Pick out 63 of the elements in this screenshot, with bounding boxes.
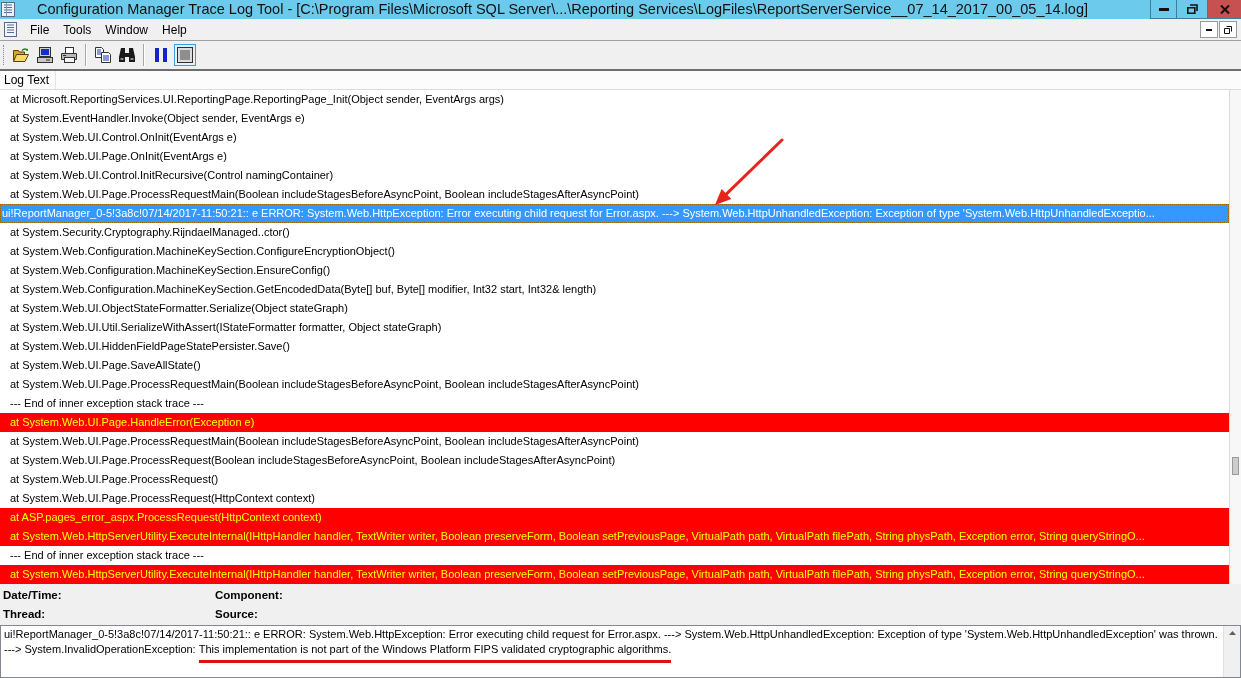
binoculars-icon [119,47,135,63]
log-row[interactable]: --- End of inner exception stack trace --- [0,546,1229,565]
print-button[interactable] [58,44,80,66]
computer-button[interactable] [34,44,56,66]
annotation-arrow [714,138,784,206]
log-row[interactable]: at System.Web.Configuration.MachineKeySection.ConfigureEncryptionObject() [0,242,1229,261]
minimize-icon [1158,7,1169,11]
list-view-icon [177,47,193,63]
field-label: Date/Time: [2,588,62,601]
close-button[interactable] [1207,0,1241,19]
menu-item[interactable]: Help [155,20,194,39]
computer-icon [37,47,53,63]
minimize-button[interactable] [1150,0,1176,19]
log-row[interactable]: --- End of inner exception stack trace --- [0,394,1229,413]
window-title: Configuration Manager Trace Log Tool - [C:\Program Files\Microsoft SQL Server\...\Reporting Services\LogFiles\ReportServerService__07_14_2017_00_05_14.log] [37,0,1088,19]
message-text: ui!ReportManager_0-5!3a8c!07/14/2017-11:50:21:: e ERROR: System.Web.HttpException: Error executing child request for Error.aspx. ---> System.Web.HttpUnhandledException: Exception of type 'System.Web.HttpUnhandledException' was thrown. ---> System.InvalidOperationException: This implementation is not part of the Windows Platform FIPS validated cryptographic algorithms. [1,626,1223,664]
view-button[interactable] [174,44,196,66]
column-header[interactable]: Log Text [0,71,57,89]
copy-button[interactable] [92,44,114,66]
log-row[interactable]: at Microsoft.ReportingServices.UI.ReportingPage.ReportingPage_Init(Object sender, EventArgs args) [0,90,1229,109]
field-label: Source: [214,607,258,620]
log-row[interactable]: at System.Web.UI.Page.ProcessRequest(HttpContext context) [0,489,1229,508]
log-row[interactable]: at System.Web.UI.Page.SaveAllState() [0,356,1229,375]
field-label: Thread: [2,607,46,620]
up-arrow-icon[interactable] [1228,631,1236,635]
restore-icon [1224,25,1232,34]
minimize-button[interactable] [1200,21,1218,38]
app-icon [1,2,15,17]
log-row[interactable]: at ASP.pages_error_aspx.ProcessRequest(HttpContext context) [0,508,1229,527]
copy-icon [95,47,111,63]
log-row[interactable]: at System.Web.UI.HiddenFieldPageStatePersister.Save() [0,337,1229,356]
log-row[interactable]: at System.Web.UI.Page.ProcessRequestMain(Boolean includeStagesBeforeAsyncPoint, Boolean includeStagesAfterAsyncPoint) [0,432,1229,451]
log-row[interactable]: at System.Security.Cryptography.RijndaelManaged..ctor() [0,223,1229,242]
scrollbar-thumb[interactable] [1232,457,1239,475]
log-row[interactable]: at System.Web.HttpServerUtility.ExecuteInternal(IHttpHandler handler, TextWriter writer, Boolean preserveForm, Boolean setPreviousPage, VirtualPath path, VirtualPath filePath, String physPath, Exception error, String queryStringO... [0,565,1229,584]
field-label: Component: [214,588,283,601]
restore-button[interactable] [1176,0,1207,19]
minimize-icon [1206,28,1212,31]
document-icon [4,22,17,37]
log-row[interactable]: at System.Web.Configuration.MachineKeySection.EnsureConfig() [0,261,1229,280]
restore-icon [1186,4,1198,14]
printer-icon [61,47,77,63]
menu-item[interactable]: File [23,20,57,39]
log-row[interactable]: at System.EventHandler.Invoke(Object sender, EventArgs e) [0,109,1229,128]
log-row[interactable]: at System.Web.UI.Control.InitRecursive(Control namingContainer) [0,166,1229,185]
pause-icon [155,48,167,62]
log-row[interactable]: at System.Web.UI.Page.ProcessRequest(Boolean includeStagesBeforeAsyncPoint, Boolean includeStagesAfterAsyncPoint) [0,451,1229,470]
log-row[interactable]: at System.Web.UI.Page.OnInit(EventArgs e) [0,147,1229,166]
log-row[interactable]: at System.Web.UI.Page.ProcessRequestMain(Boolean includeStagesBeforeAsyncPoint, Boolean includeStagesAfterAsyncPoint) [0,375,1229,394]
log-row[interactable]: at System.Web.UI.ObjectStateFormatter.Serialize(Object stateGraph) [0,299,1229,318]
folder-icon [13,47,29,63]
menu-item[interactable]: Tools [56,20,99,39]
log-row[interactable]: at System.Web.UI.Page.ProcessRequest() [0,470,1229,489]
log-row[interactable]: at System.Web.UI.Util.SerializeWithAssert(IStateFormatter formatter, Object stateGraph) [0,318,1229,337]
log-row[interactable]: at System.Web.UI.Control.OnInit(EventArgs e) [0,128,1229,147]
log-row[interactable]: at System.Web.UI.Page.ProcessRequestMain(Boolean includeStagesBeforeAsyncPoint, Boolean includeStagesAfterAsyncPoint) [0,185,1229,204]
message-field[interactable] [0,625,1241,678]
menu-item[interactable]: Window [98,20,156,39]
log-row[interactable]: at System.Web.UI.Page.HandleError(Exception e) [0,413,1229,432]
restore-button[interactable] [1219,21,1237,38]
log-row[interactable]: at System.Web.HttpServerUtility.ExecuteInternal(IHttpHandler handler, TextWriter writer, Boolean preserveForm, Boolean setPreviousPage, VirtualPath path, VirtualPath filePath, String physPath, Exception error, String queryStringO... [0,527,1229,546]
log-row[interactable]: at System.Web.Configuration.MachineKeySection.GetEncodedData(Byte[] buf, Byte[] modifier, Int32 start, Int32& length) [0,280,1229,299]
close-icon [1219,4,1230,14]
